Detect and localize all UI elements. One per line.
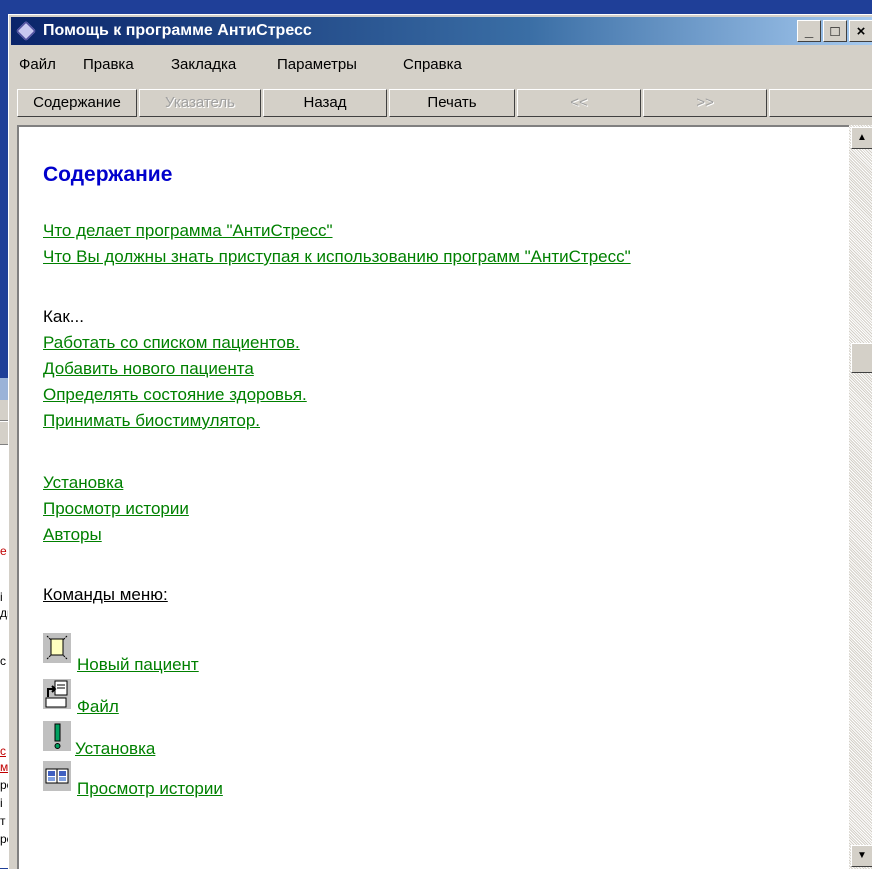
link-what-program-does[interactable]: Что делает программа "АнтиСтресс" [43, 221, 333, 241]
file-icon[interactable] [43, 679, 71, 709]
link-authors[interactable]: Авторы [43, 525, 102, 545]
vertical-scrollbar[interactable]: ▲ ▼ [849, 125, 872, 869]
print-button[interactable]: Печать [389, 89, 515, 117]
cmd-link-new-patient[interactable]: Новый пациент [77, 655, 199, 675]
scroll-thumb[interactable] [851, 343, 872, 373]
menu-help[interactable]: Справка [403, 56, 462, 73]
background-text: і [0, 796, 3, 810]
background-text: т [0, 814, 6, 828]
how-label: Как... [43, 307, 84, 326]
help-book-icon[interactable] [15, 20, 37, 42]
cmd-link-view-history[interactable]: Просмотр истории [77, 779, 223, 799]
link-biostimulator[interactable]: Принимать биостимулятор. [43, 411, 260, 431]
menu-commands-label: Команды меню: [43, 585, 168, 604]
scroll-up-button[interactable]: ▲ [851, 127, 872, 149]
cmd-link-installation[interactable]: Установка [75, 739, 155, 759]
menu-file[interactable]: Файл [19, 56, 56, 73]
index-button[interactable]: Указатель [139, 89, 261, 117]
menu-bar: Файл Правка Закладка Параметры Справка [11, 48, 872, 78]
toolbar-spacer [769, 89, 872, 117]
menu-bookmark[interactable]: Закладка [171, 56, 236, 73]
cmd-link-file[interactable]: Файл [77, 697, 119, 717]
back-button[interactable]: Назад [263, 89, 387, 117]
previous-topic-button[interactable]: << [517, 89, 641, 117]
background-text: с [0, 744, 6, 758]
help-window: Помощь к программе АнтиСтресс _ □ × Файл… [8, 14, 872, 869]
toolbar: Содержание Указатель Назад Печать << >> [11, 81, 872, 117]
background-text: і [0, 590, 3, 604]
link-health-state[interactable]: Определять состояние здоровья. [43, 385, 307, 405]
contents-button[interactable]: Содержание [17, 89, 137, 117]
help-content: Содержание Что делает программа "АнтиСтр… [17, 125, 849, 869]
menu-options[interactable]: Параметры [277, 56, 357, 73]
close-button[interactable]: × [849, 20, 872, 42]
menu-edit[interactable]: Правка [83, 56, 134, 73]
background-text: с [0, 654, 6, 668]
history-icon[interactable] [43, 761, 71, 791]
link-view-history[interactable]: Просмотр истории [43, 499, 189, 519]
new-patient-icon[interactable] [43, 633, 71, 663]
link-what-you-should-know[interactable]: Что Вы должны знать приступая к использо… [43, 247, 631, 267]
settings-icon[interactable] [43, 721, 71, 751]
link-add-patient[interactable]: Добавить нового пациента [43, 359, 254, 379]
window-title: Помощь к программе АнтиСтресс [43, 22, 312, 39]
link-patient-list[interactable]: Работать со списком пациентов. [43, 333, 300, 353]
maximize-button[interactable]: □ [823, 20, 847, 42]
page-title: Содержание [43, 163, 173, 186]
background-text: е [0, 544, 7, 558]
minimize-button[interactable]: _ [797, 20, 821, 42]
link-installation[interactable]: Установка [43, 473, 123, 493]
next-topic-button[interactable]: >> [643, 89, 767, 117]
title-bar[interactable]: Помощь к программе АнтиСтресс _ □ × [11, 17, 872, 45]
scroll-down-button[interactable]: ▼ [851, 845, 872, 867]
